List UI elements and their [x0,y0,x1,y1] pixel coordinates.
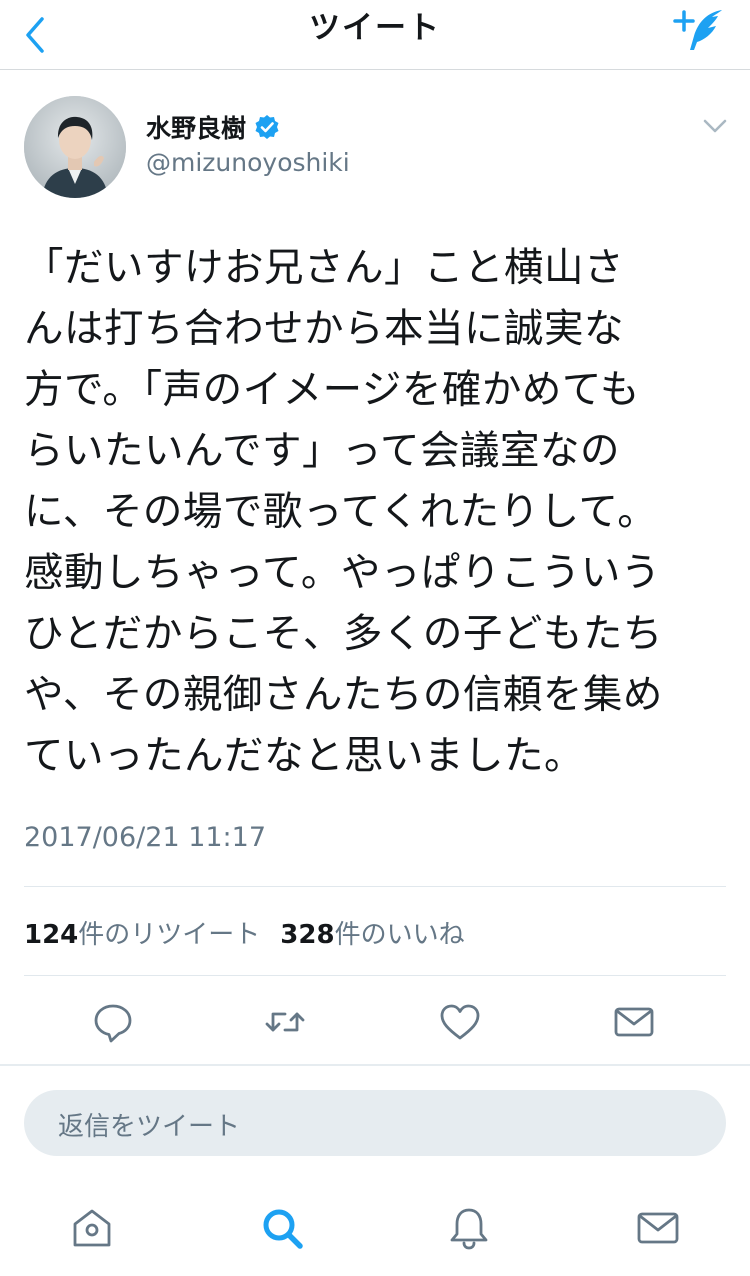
retweet-label: 件のリツイート [78,920,261,950]
divider [24,886,726,887]
tweet-action-bar [0,990,750,1054]
tab-home[interactable] [68,1204,116,1252]
tweet-stats: 124件のリツイート 328件のいいね [24,914,465,951]
tab-search[interactable] [258,1204,306,1252]
chevron-down-icon [703,119,727,133]
retweet-stat[interactable]: 124件のリツイート [24,914,260,951]
reply-input[interactable]: 返信をツイート [24,1090,726,1156]
like-button[interactable] [438,1000,482,1044]
bottom-tab-bar [0,1180,750,1276]
reply-button[interactable] [91,1000,135,1044]
reply-icon [94,1004,132,1043]
top-nav-bar: ツイート [0,0,750,70]
search-icon [263,1209,303,1249]
tab-notifications[interactable] [445,1204,493,1252]
like-stat[interactable]: 328件のいいね [280,914,464,951]
direct-message-icon [614,1007,654,1037]
home-icon [73,1209,111,1247]
like-icon [440,1004,480,1040]
tweet-options-button[interactable] [700,114,730,138]
avatar[interactable] [24,96,126,198]
messages-icon [637,1212,679,1244]
avatar-photo [24,96,126,198]
retweet-count: 124 [24,920,79,950]
notifications-icon [450,1208,488,1250]
retweet-button[interactable] [263,1000,307,1044]
reply-placeholder: 返信をツイート [58,1112,241,1142]
tab-messages[interactable] [634,1204,682,1252]
tweet-text: 「だいすけお兄さん」こと横山さ んは打ち合わせから本当に誠実な 方で。「声のイメ… [24,245,663,779]
compose-tweet-button[interactable] [672,6,728,56]
tweet-timestamp: 2017/06/21 11:17 [24,822,267,853]
display-name[interactable]: 水野良樹 [146,109,246,145]
divider [24,975,726,976]
verified-badge-icon [255,115,279,139]
name-row: 水野良樹 [146,110,280,144]
user-handle[interactable]: @mizunoyoshiki [146,148,350,177]
like-count: 328 [280,920,335,950]
tweet-header: 水野良樹 @mizunoyoshiki [24,96,730,200]
direct-message-button[interactable] [612,1000,656,1044]
like-label: 件のいいね [334,920,465,950]
page-title: ツイート [309,10,441,46]
section-divider [0,1064,750,1066]
retweet-icon [265,1012,305,1032]
compose-tweet-icon [673,10,722,50]
